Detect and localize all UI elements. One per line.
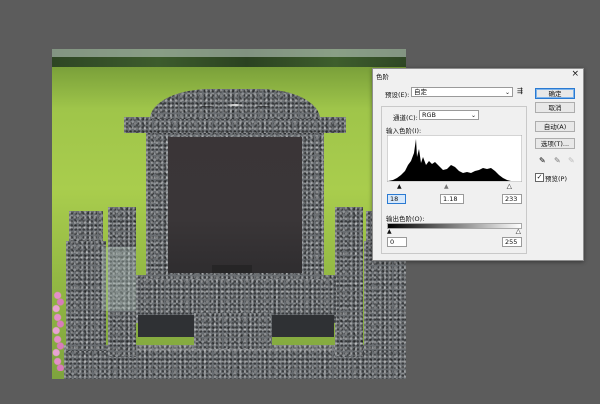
preset-label: 预设(E): — [385, 91, 410, 99]
cancel-button[interactable]: 取消 — [535, 102, 575, 113]
output-black-field[interactable] — [387, 237, 407, 247]
channel-value: RGB — [422, 111, 437, 119]
preset-value: 自定 — [414, 88, 427, 96]
chevron-down-icon: ⌄ — [504, 89, 510, 96]
white-eyedropper-icon[interactable]: ✎ — [568, 156, 575, 165]
black-point-slider[interactable]: ▲ — [397, 184, 402, 190]
gamma-slider[interactable]: ▲ — [444, 184, 449, 190]
white-point-slider[interactable]: ▲ — [507, 183, 512, 190]
levels-dialog: 色阶 × 预设(E): 自定 ⌄ ⇶ 通道(C): RGB ⌄ 输入色阶(I):… — [372, 68, 584, 261]
input-levels-label: 输入色阶(I): — [386, 127, 422, 135]
preview-checkbox[interactable]: ✓ — [535, 173, 544, 182]
input-black-field[interactable] — [387, 194, 406, 204]
chevron-down-icon: ⌄ — [470, 112, 476, 119]
output-white-slider[interactable]: ▲ — [516, 228, 521, 235]
black-eyedropper-icon[interactable]: ✎ — [539, 156, 546, 165]
ok-button[interactable]: 确定 — [535, 88, 575, 99]
sky-strip — [52, 49, 406, 57]
preset-menu-icon[interactable]: ⇶ — [517, 87, 523, 95]
close-icon[interactable]: × — [571, 69, 579, 79]
output-black-slider[interactable]: ▲ — [387, 229, 392, 235]
options-button[interactable]: 选项(T)... — [535, 138, 575, 149]
input-gamma-field[interactable] — [440, 194, 464, 204]
auto-button[interactable]: 自动(A) — [535, 121, 575, 132]
gray-eyedropper-icon[interactable]: ✎ — [554, 156, 561, 165]
preview-label: 预览(P) — [545, 175, 567, 183]
dialog-title: 色阶 — [376, 73, 389, 81]
histogram — [387, 135, 522, 182]
preset-select[interactable]: 自定 ⌄ — [411, 87, 513, 97]
document-canvas[interactable] — [52, 49, 406, 379]
output-levels-label: 输出色阶(O): — [386, 215, 425, 223]
output-white-field[interactable] — [502, 237, 522, 247]
output-gradient-bar — [387, 223, 522, 229]
channel-select[interactable]: RGB ⌄ — [419, 110, 479, 120]
input-white-field[interactable] — [502, 194, 522, 204]
channel-label: 通道(C): — [393, 114, 418, 122]
